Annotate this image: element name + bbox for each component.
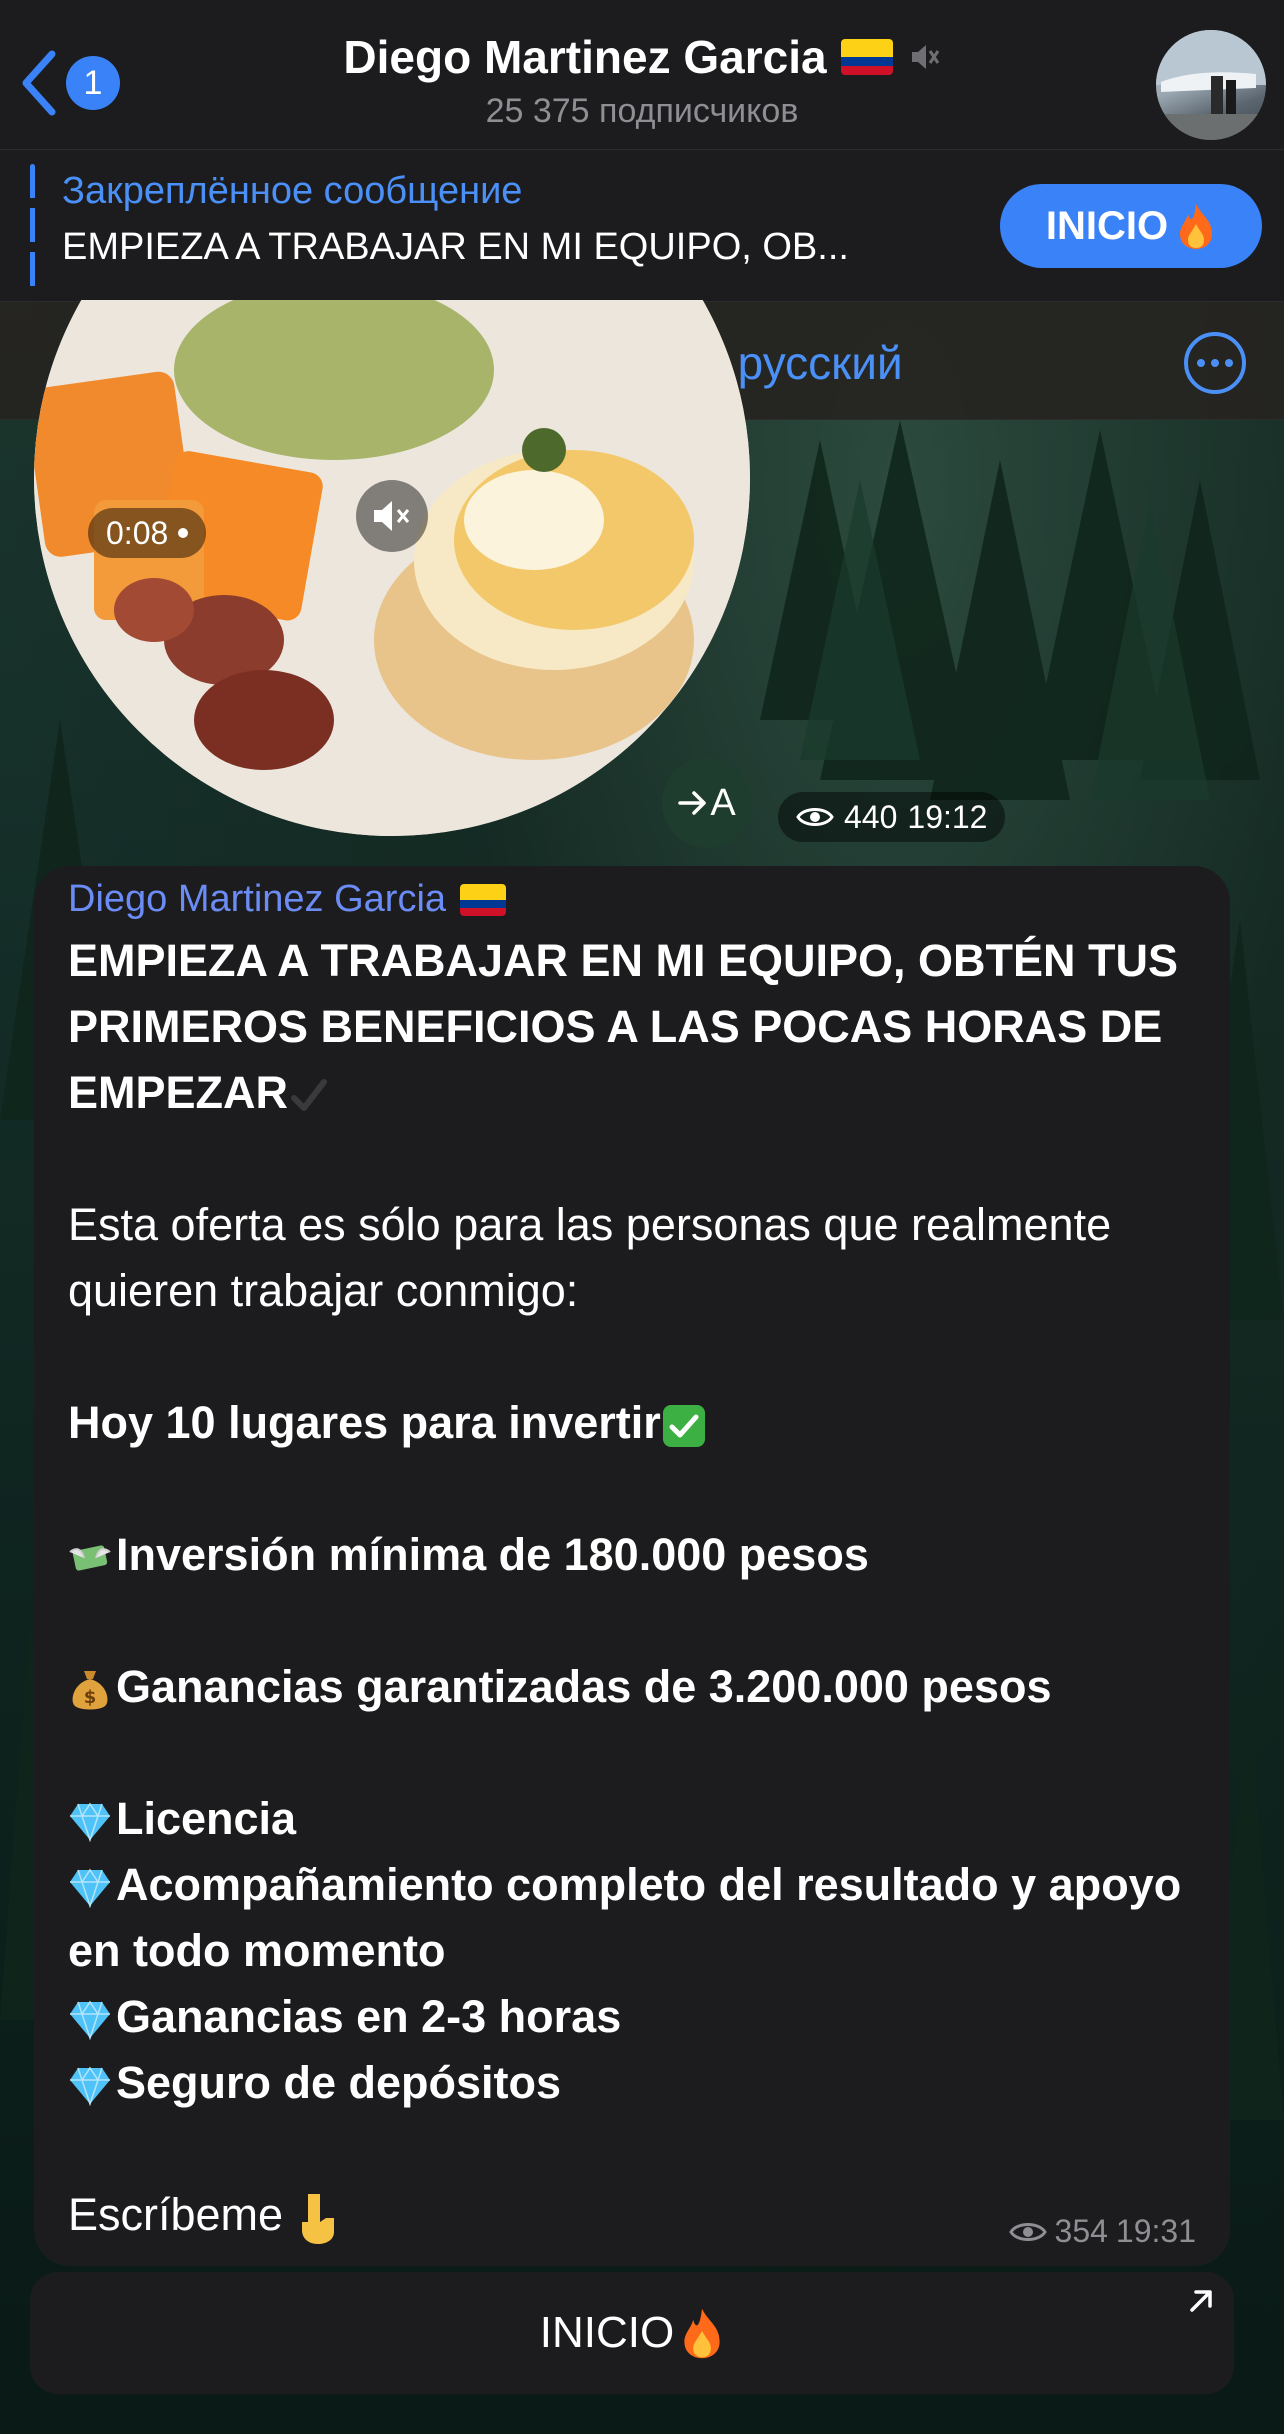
sender-name: Diego Martinez Garcia bbox=[68, 878, 447, 920]
unwatched-dot bbox=[178, 528, 189, 538]
message-headline: EMPIEZA A TRABAJAR EN MI EQUIPO, OBTÉN T… bbox=[68, 935, 1179, 1118]
colombia-flag-icon bbox=[840, 39, 893, 75]
eye-icon bbox=[796, 808, 834, 826]
arrow-right-icon bbox=[678, 791, 707, 815]
check-mark-icon bbox=[291, 1079, 328, 1112]
bullet-item: Licencia bbox=[68, 1786, 1208, 1852]
video-translate-label: A bbox=[710, 781, 736, 824]
money-wings-icon bbox=[69, 1545, 111, 1571]
fire-icon bbox=[684, 2308, 720, 2359]
gem-icon bbox=[70, 2066, 110, 2107]
message-places: Hoy 10 lugares para invertir bbox=[68, 1390, 1208, 1456]
video-views: 440 bbox=[844, 798, 898, 835]
inline-inicio-button[interactable]: INICIO bbox=[30, 2272, 1234, 2394]
colombia-flag-icon bbox=[460, 883, 507, 916]
message-min-investment: Inversión mínima de 180.000 pesos bbox=[68, 1522, 1208, 1588]
pinned-indicator bbox=[30, 164, 35, 288]
gem-icon bbox=[70, 1868, 110, 1909]
pinned-message-bar[interactable]: Закреплённое сообщение EMPIEZA A TRABAJA… bbox=[0, 150, 1284, 302]
message-meta: 354 19:31 bbox=[1008, 2213, 1196, 2250]
fire-icon bbox=[1180, 204, 1213, 249]
video-frame bbox=[34, 300, 750, 836]
message-body: EMPIEZA A TRABAJAR EN MI EQUIPO, OBTÉN T… bbox=[68, 928, 1208, 2248]
speaker-muted-icon bbox=[374, 501, 410, 531]
message-sender[interactable]: Diego Martinez Garcia bbox=[68, 878, 507, 921]
gem-icon bbox=[70, 2000, 110, 2041]
avatar-image bbox=[1156, 30, 1266, 140]
subscriber-count: 25 375 подписчиков bbox=[485, 92, 799, 130]
chat-header: 1 Diego Martinez Garcia 25 375 подписчик… bbox=[0, 0, 1284, 150]
bullet-item: Acompañamiento completo del resultado y … bbox=[68, 1859, 1182, 1976]
message-guaranteed: $ Ganancias garantizadas de 3.200.000 pes… bbox=[68, 1654, 1208, 1720]
video-duration: 0:08 bbox=[106, 514, 169, 551]
svg-text:$: $ bbox=[84, 1687, 97, 1708]
muted-icon bbox=[911, 45, 939, 69]
video-meta-pill: 440 19:12 bbox=[778, 792, 1006, 842]
bullet-item: Ganancias en 2-3 horas bbox=[68, 1984, 1208, 2050]
money-bag-icon: $ bbox=[72, 1671, 108, 1710]
check-box-icon bbox=[662, 1405, 705, 1448]
channel-avatar[interactable] bbox=[1156, 30, 1266, 140]
pinned-text: EMPIEZA A TRABAJAR EN MI EQUIPO, OB... bbox=[62, 226, 849, 268]
pointing-down-icon bbox=[301, 2194, 334, 2245]
message-time: 19:31 bbox=[1115, 2213, 1196, 2249]
video-duration-pill: 0:08 bbox=[88, 508, 207, 558]
pinned-title: Закреплённое сообщение bbox=[62, 170, 523, 212]
message-views: 354 bbox=[1054, 2213, 1108, 2249]
external-link-arrow-icon bbox=[1190, 2290, 1212, 2312]
video-message-area: 0:08 A 440 19:12 bbox=[0, 300, 1284, 860]
video-unmute-button[interactable] bbox=[356, 480, 428, 552]
video-translate-button[interactable]: A bbox=[662, 758, 752, 848]
channel-title-area[interactable]: Diego Martinez Garcia 25 375 подписчиков bbox=[0, 30, 1284, 131]
gem-icon bbox=[70, 1802, 110, 1843]
pinned-button-label: INICIO bbox=[1045, 203, 1169, 248]
video-time: 19:12 bbox=[907, 798, 988, 835]
bullet-item: Seguro de depósitos bbox=[68, 2050, 1208, 2116]
channel-name: Diego Martinez Garcia bbox=[343, 31, 827, 83]
eye-icon bbox=[1008, 2222, 1047, 2241]
pinned-inicio-button[interactable]: INICIO bbox=[1000, 184, 1262, 268]
inline-button-label: INICIO bbox=[539, 2308, 675, 2357]
video-message-circle[interactable] bbox=[34, 300, 750, 836]
message-bubble[interactable]: Diego Martinez Garcia EMPIEZA A TRABAJAR… bbox=[34, 866, 1230, 2266]
message-intro: Esta oferta es sólo para las personas qu… bbox=[68, 1199, 1112, 1316]
